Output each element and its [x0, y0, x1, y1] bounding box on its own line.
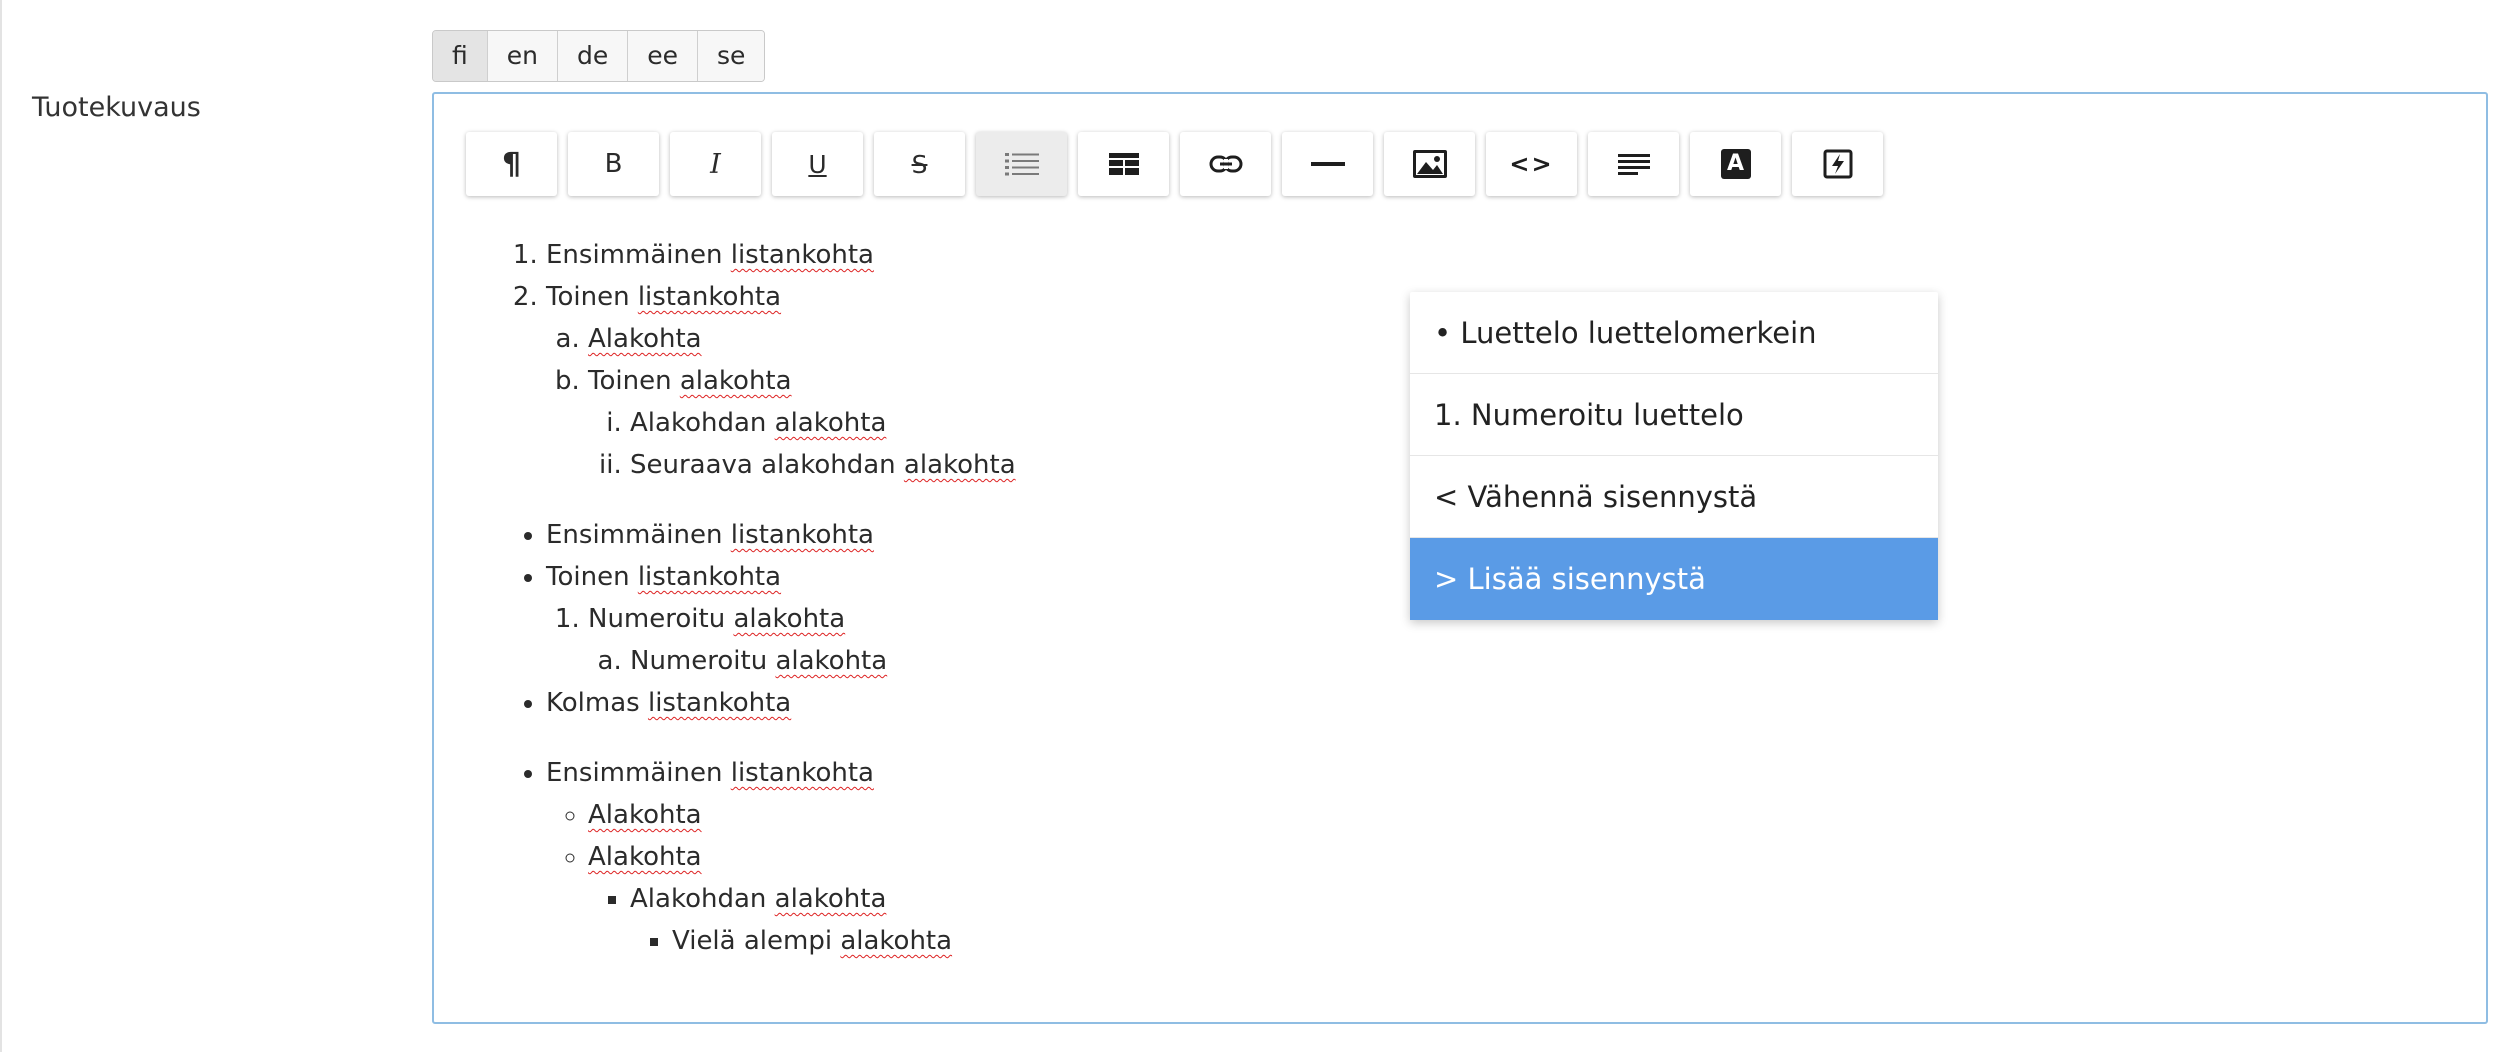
text-color-button[interactable]: A — [1690, 132, 1781, 196]
list-button[interactable] — [976, 132, 1067, 196]
tab-language-de[interactable]: de — [557, 31, 629, 81]
align-button[interactable] — [1588, 132, 1679, 196]
list-item: Vielä alempi alakohta — [672, 920, 1016, 962]
table-icon — [1108, 153, 1139, 175]
clear-format-button[interactable] — [1792, 132, 1883, 196]
image-button[interactable] — [1384, 132, 1475, 196]
list-item: Alakohdan alakohta Vielä alempi alakohta — [630, 878, 1016, 962]
italic-icon: I — [710, 148, 721, 180]
strikethrough-icon: S — [911, 149, 928, 179]
italic-button[interactable]: I — [670, 132, 761, 196]
code-icon: <> — [1509, 150, 1554, 178]
rich-text-editor[interactable]: ¶ B I U S <> A • Luettelo luettelomerkei… — [432, 92, 2488, 1024]
list-item: Alakohdan alakohta — [630, 402, 1016, 444]
menu-item-indent[interactable]: > Lisää sisennystä — [1410, 538, 1938, 620]
list-item: Kolmas listankohta — [546, 682, 1016, 724]
horizontal-rule-button[interactable] — [1282, 132, 1373, 196]
list-item: Toinen listankohta Alakohta Toinen alako… — [546, 276, 1016, 486]
tab-language-en[interactable]: en — [487, 31, 558, 81]
paragraph-icon: ¶ — [501, 146, 522, 182]
nested-list: Alakohdan alakohta Seuraava alakohdan al… — [588, 402, 1016, 486]
list-item: Ensimmäinen listankohta Alakohta Alakoht… — [546, 752, 1016, 962]
list-item: Numeroitu alakohta Numeroitu alakohta — [588, 598, 1016, 682]
strikethrough-button[interactable]: S — [874, 132, 965, 196]
bold-button[interactable]: B — [568, 132, 659, 196]
underline-button[interactable]: U — [772, 132, 863, 196]
list-item: Numeroitu alakohta — [630, 640, 1016, 682]
bulleted-list: Ensimmäinen listankohta Alakohta Alakoht… — [494, 752, 1016, 962]
horizontal-rule-icon — [1310, 162, 1345, 166]
list-item: Toinen alakohta Alakohdan alakohta Seura… — [588, 360, 1016, 486]
align-icon — [1617, 154, 1650, 175]
list-item: Ensimmäinen listankohta — [546, 514, 1016, 556]
bold-icon: B — [604, 149, 623, 179]
list-item: Alakohta — [588, 318, 1016, 360]
clear-format-icon — [1823, 149, 1852, 179]
field-label: Tuotekuvaus — [32, 92, 201, 123]
text-color-icon: A — [1720, 149, 1751, 179]
editor-content[interactable]: Ensimmäinen listankohta Toinen listankoh… — [494, 234, 1016, 990]
page-left-border — [0, 0, 2, 1052]
list-item: Toinen listankohta Numeroitu alakohta Nu… — [546, 556, 1016, 682]
image-icon — [1412, 150, 1447, 178]
link-button[interactable] — [1180, 132, 1271, 196]
list-item: Ensimmäinen listankohta — [546, 234, 1016, 276]
nested-list: Numeroitu alakohta Numeroitu alakohta — [546, 598, 1016, 682]
language-tabs: fi en de ee se — [432, 30, 766, 82]
list-item: Alakohta Alakohdan alakohta Vielä alempi… — [588, 836, 1016, 962]
table-button[interactable] — [1078, 132, 1169, 196]
paragraph-button[interactable]: ¶ — [466, 132, 557, 196]
nested-list: Alakohdan alakohta Vielä alempi alakohta — [588, 878, 1016, 962]
tab-language-fi[interactable]: fi — [433, 31, 488, 81]
tab-language-ee[interactable]: ee — [628, 31, 698, 81]
menu-item-outdent[interactable]: < Vähennä sisennystä — [1410, 456, 1938, 538]
numbered-list: Ensimmäinen listankohta Toinen listankoh… — [494, 234, 1016, 486]
menu-item-bulleted-list[interactable]: • Luettelo luettelomerkein — [1410, 292, 1938, 374]
menu-item-numbered-list[interactable]: 1. Numeroitu luettelo — [1410, 374, 1938, 456]
editor-toolbar: ¶ B I U S <> A — [466, 132, 1894, 196]
link-icon — [1209, 155, 1242, 173]
bulleted-list: Ensimmäinen listankohta Toinen listankoh… — [494, 514, 1016, 724]
list-dropdown-menu: • Luettelo luettelomerkein 1. Numeroitu … — [1410, 292, 1938, 620]
list-icon — [1004, 153, 1039, 176]
nested-list: Vielä alempi alakohta — [630, 920, 1016, 962]
tab-language-se[interactable]: se — [698, 31, 765, 81]
list-item: Seuraava alakohdan alakohta — [630, 444, 1016, 486]
nested-list: Numeroitu alakohta — [588, 640, 1016, 682]
list-item: Alakohta — [588, 794, 1016, 836]
nested-list: Alakohta Alakohta Alakohdan alakohta Vie… — [546, 794, 1016, 962]
code-button[interactable]: <> — [1486, 132, 1577, 196]
nested-list: Alakohta Toinen alakohta Alakohdan alako… — [546, 318, 1016, 486]
underline-icon: U — [808, 149, 827, 179]
